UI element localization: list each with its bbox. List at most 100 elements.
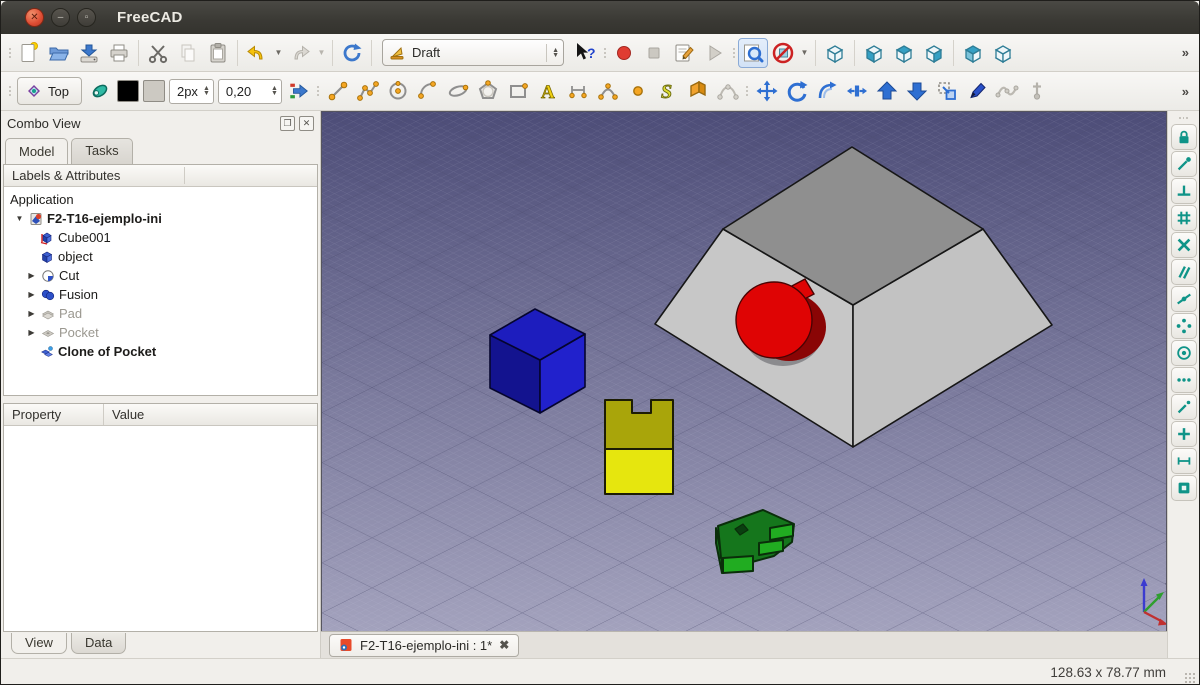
draft-bspline-button[interactable] bbox=[593, 76, 623, 106]
snap-working-plane-button[interactable] bbox=[1171, 475, 1197, 501]
draft-rectangle-button[interactable] bbox=[503, 76, 533, 106]
macro-record-button[interactable] bbox=[609, 38, 639, 68]
tree-item-fusion[interactable]: ▶ Fusion bbox=[4, 285, 317, 304]
view-rear-button[interactable] bbox=[958, 38, 988, 68]
open-button[interactable] bbox=[44, 38, 74, 68]
tree-item-document[interactable]: ▼ F2-T16-ejemplo-ini bbox=[4, 209, 317, 228]
draw-style-button[interactable] bbox=[768, 38, 798, 68]
panel-close-button[interactable]: ✕ bbox=[299, 116, 314, 131]
3d-viewport[interactable]: Y X bbox=[321, 111, 1167, 631]
view-right-button[interactable] bbox=[919, 38, 949, 68]
property-column-header[interactable]: Property bbox=[4, 404, 104, 425]
panel-float-button[interactable]: ❐ bbox=[280, 116, 295, 131]
toolbar-drag-handle[interactable] bbox=[743, 79, 752, 103]
draft-point-button[interactable] bbox=[623, 76, 653, 106]
window-maximize-button[interactable]: ▫ bbox=[77, 8, 96, 27]
undo-dropdown[interactable]: ▼ bbox=[272, 38, 285, 68]
toolbar-drag-handle[interactable] bbox=[5, 41, 14, 65]
snap-midpoint-button[interactable] bbox=[1171, 286, 1197, 312]
macro-edit-button[interactable] bbox=[669, 38, 699, 68]
draft-move-button[interactable] bbox=[752, 76, 782, 106]
tree-item-clone[interactable]: Clone of Pocket bbox=[4, 342, 317, 361]
snap-parallel-button[interactable] bbox=[1171, 259, 1197, 285]
draft-bezier-button[interactable] bbox=[713, 76, 743, 106]
undo-button[interactable] bbox=[242, 38, 272, 68]
window-minimize-button[interactable]: – bbox=[51, 8, 70, 27]
face-color-swatch[interactable] bbox=[143, 80, 165, 102]
draft-ellipse-button[interactable] bbox=[443, 76, 473, 106]
document-tab-close-icon[interactable]: ✖ bbox=[499, 638, 509, 652]
snap-angle-button[interactable] bbox=[1171, 313, 1197, 339]
tab-data[interactable]: Data bbox=[71, 633, 126, 654]
draft-shapestring-button[interactable]: S bbox=[653, 76, 683, 106]
toolbar-drag-handle[interactable] bbox=[314, 79, 323, 103]
tab-view[interactable]: View bbox=[11, 633, 67, 654]
view-top-button[interactable] bbox=[889, 38, 919, 68]
toolbar-drag-handle[interactable] bbox=[729, 41, 738, 65]
expander-collapsed-icon[interactable]: ▶ bbox=[26, 290, 37, 299]
new-document-button[interactable] bbox=[14, 38, 44, 68]
tree-item-cube001[interactable]: Cube001 bbox=[4, 228, 317, 247]
construction-mode-button[interactable] bbox=[85, 76, 115, 106]
draft-trimex-button[interactable] bbox=[842, 76, 872, 106]
draw-style-dropdown[interactable]: ▼ bbox=[798, 38, 811, 68]
expander-collapsed-icon[interactable]: ▶ bbox=[26, 328, 37, 337]
draft-dimension-button[interactable] bbox=[563, 76, 593, 106]
toolbar-drag-handle[interactable] bbox=[5, 79, 14, 103]
macro-execute-button[interactable] bbox=[699, 38, 729, 68]
snap-intersection-button[interactable] bbox=[1171, 232, 1197, 258]
draft-wire-button[interactable] bbox=[353, 76, 383, 106]
text-scale-spinner[interactable]: 0,20▲▼ bbox=[218, 79, 282, 104]
draft-upgrade-button[interactable] bbox=[872, 76, 902, 106]
tree-item-object[interactable]: object bbox=[4, 247, 317, 266]
refresh-button[interactable] bbox=[337, 38, 367, 68]
save-button[interactable] bbox=[74, 38, 104, 68]
tree-item-pocket[interactable]: ▶ Pocket bbox=[4, 323, 317, 342]
print-button[interactable] bbox=[104, 38, 134, 68]
tree-column-header[interactable]: Labels & Attributes bbox=[4, 165, 317, 187]
tree-item-pad[interactable]: ▶ Pad bbox=[4, 304, 317, 323]
draft-line-button[interactable] bbox=[323, 76, 353, 106]
draft-arc-button[interactable] bbox=[413, 76, 443, 106]
document-tab[interactable]: F2-T16-ejemplo-ini : 1* ✖ bbox=[329, 634, 519, 657]
view-front-button[interactable] bbox=[859, 38, 889, 68]
redo-button[interactable] bbox=[285, 38, 315, 68]
draft-offset-button[interactable] bbox=[812, 76, 842, 106]
draft-edit-button[interactable] bbox=[962, 76, 992, 106]
draft-downgrade-button[interactable] bbox=[902, 76, 932, 106]
snap-endpoint-button[interactable] bbox=[1171, 151, 1197, 177]
whats-this-button[interactable]: ? bbox=[570, 38, 600, 68]
working-plane-button[interactable]: Top bbox=[17, 77, 82, 105]
paste-button[interactable] bbox=[203, 38, 233, 68]
draft-text-button[interactable]: A bbox=[533, 76, 563, 106]
workbench-selector[interactable]: Draft ▲▼ bbox=[382, 39, 564, 66]
tab-model[interactable]: Model bbox=[5, 138, 68, 164]
yellow-shape-object[interactable] bbox=[605, 400, 673, 494]
toolbar-overflow[interactable]: » bbox=[1176, 45, 1195, 60]
copy-button[interactable] bbox=[173, 38, 203, 68]
snap-grid-button[interactable] bbox=[1171, 205, 1197, 231]
tree-item-application[interactable]: Application bbox=[4, 190, 317, 209]
toolbar-drag-handle[interactable] bbox=[1179, 113, 1188, 123]
view-bottom-button[interactable] bbox=[988, 38, 1018, 68]
draft-circle-button[interactable] bbox=[383, 76, 413, 106]
snap-ortho-button[interactable] bbox=[1171, 421, 1197, 447]
cut-button[interactable] bbox=[143, 38, 173, 68]
fit-all-button[interactable] bbox=[738, 38, 768, 68]
redo-dropdown[interactable]: ▼ bbox=[315, 38, 328, 68]
draft-rotate-button[interactable] bbox=[782, 76, 812, 106]
line-color-swatch[interactable] bbox=[117, 80, 139, 102]
draft-add-point-button[interactable] bbox=[1022, 76, 1052, 106]
draft-facebinder-button[interactable] bbox=[683, 76, 713, 106]
view-axonometric-button[interactable] bbox=[820, 38, 850, 68]
snap-dimensions-button[interactable] bbox=[1171, 448, 1197, 474]
snap-near-button[interactable] bbox=[1171, 394, 1197, 420]
snap-perpendicular-button[interactable] bbox=[1171, 178, 1197, 204]
tab-tasks[interactable]: Tasks bbox=[71, 138, 132, 164]
resize-grip[interactable] bbox=[1184, 672, 1196, 684]
draft-wire-to-bspline-button[interactable] bbox=[992, 76, 1022, 106]
snap-special-button[interactable] bbox=[1171, 367, 1197, 393]
expander-collapsed-icon[interactable]: ▶ bbox=[26, 271, 37, 280]
window-close-button[interactable]: ✕ bbox=[25, 8, 44, 27]
snap-center-button[interactable] bbox=[1171, 340, 1197, 366]
